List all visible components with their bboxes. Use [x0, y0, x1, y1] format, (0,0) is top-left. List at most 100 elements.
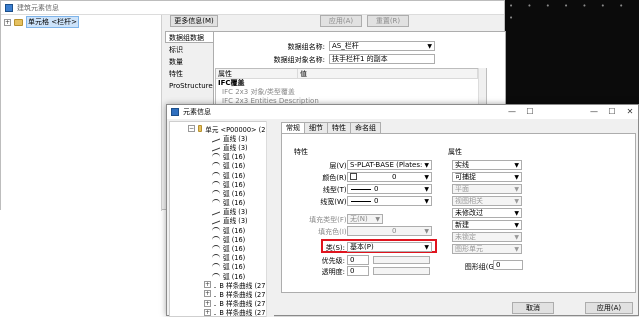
group-name-combo[interactable]: AS_栏杆 ▼ — [329, 41, 435, 51]
attribute-combo[interactable]: 未锁定▼ — [452, 232, 522, 242]
minimize-icon[interactable]: — — [503, 105, 521, 119]
col-property: 属性 — [216, 69, 298, 78]
object-name-field[interactable]: 扶手栏杆1 的副本 — [329, 54, 435, 64]
dark-background-panel: • • • • • • • • — [505, 0, 639, 104]
attribute-value: 平面 — [455, 185, 469, 193]
tree-item[interactable]: 弧 (16) — [174, 188, 268, 197]
expand-icon[interactable]: + — [4, 19, 11, 26]
graphic-group-field[interactable]: 0 — [493, 260, 523, 270]
tab-detail[interactable]: 细节 — [304, 122, 328, 133]
maximize-icon[interactable]: ☐ — [603, 105, 621, 119]
tree-item[interactable]: 弧 (16) — [174, 152, 268, 161]
line-preview — [351, 189, 371, 190]
weight-value: 0 — [374, 197, 378, 205]
tree-item[interactable]: 弧 (16) — [174, 253, 268, 262]
expand-icon[interactable]: + — [204, 300, 211, 307]
front-window-title: 元素信息 — [183, 107, 211, 117]
attribute-combo[interactable]: 视图相关▼ — [452, 196, 522, 206]
cancel-button[interactable]: 取消 — [512, 302, 554, 314]
minimize-icon[interactable]: — — [585, 105, 603, 119]
color-combo[interactable]: 0 ▼ — [347, 172, 432, 182]
tab-properties[interactable]: 特性 — [327, 122, 351, 133]
line-icon — [212, 143, 220, 152]
chevron-down-icon: ▼ — [375, 216, 380, 224]
attribute-combo[interactable]: 可捕捉▼ — [452, 172, 522, 182]
priority-field[interactable]: 0 — [347, 255, 369, 265]
tab-datagroup[interactable]: 数据组数据 — [165, 31, 213, 43]
app-icon — [171, 108, 179, 116]
tree-item[interactable]: 弧 (16) — [174, 161, 268, 170]
tree-item[interactable]: 弧 (16) — [174, 225, 268, 234]
arc-icon — [212, 172, 220, 178]
tree-item[interactable]: 弧 (16) — [174, 198, 268, 207]
expand-icon[interactable]: + — [204, 281, 211, 288]
tab-identity[interactable]: 标识 — [165, 43, 213, 55]
fill-color-combo[interactable]: 0 ▼ — [347, 226, 432, 236]
collapse-icon[interactable]: − — [188, 125, 195, 132]
arc-icon — [212, 273, 220, 279]
attribute-combo[interactable]: 图形单元▼ — [452, 244, 522, 254]
tree-item[interactable]: 直线 (3) — [174, 207, 268, 216]
tree-item[interactable]: 直线 (3) — [174, 142, 268, 151]
apply-button[interactable]: 应用(A) — [585, 302, 633, 314]
tree-item[interactable]: 直线 (3) — [174, 216, 268, 225]
bspline-icon — [214, 300, 216, 306]
line-icon — [212, 207, 220, 216]
level-combo[interactable]: S-PLAT-BASE (Plates: Base ▼ — [347, 160, 432, 170]
attribute-combo[interactable]: 实线▼ — [452, 160, 522, 170]
object-name-label: 数据组对象名称: — [237, 55, 325, 65]
attribute-combo[interactable]: 新建▼ — [452, 220, 522, 230]
arc-icon — [212, 245, 220, 251]
table-row[interactable]: IFC 2x3 对象/类型覆盖 — [216, 88, 486, 97]
tree-item[interactable]: 直线 (3) — [174, 133, 268, 142]
element-info-window: 元素信息 — ☐ — ☐ ✕ − 单元 <P00000> (2) 直线 (3)直… — [166, 104, 639, 316]
transparency-field[interactable]: 0 — [347, 266, 369, 276]
attribute-combo[interactable]: 未修改过▼ — [452, 208, 522, 218]
tree-root-label[interactable]: 单元格 <栏杆> — [26, 16, 79, 28]
reset-button[interactable]: 重置(R) — [367, 15, 409, 27]
tree-item[interactable]: 弧 (16) — [174, 234, 268, 243]
priority-slider[interactable] — [373, 256, 430, 264]
tree-item[interactable]: 弧 (16) — [174, 243, 268, 252]
group-name-label: 数据组名称: — [249, 42, 325, 52]
element-tree: − 单元 <P00000> (2) 直线 (3)直线 (3)弧 (16)弧 (1… — [169, 121, 269, 317]
tree-scrollbar[interactable] — [266, 121, 274, 317]
folder-icon — [14, 19, 23, 26]
close-icon[interactable]: ✕ — [621, 105, 639, 119]
chevron-down-icon: ▼ — [514, 186, 519, 194]
tree-root-node[interactable]: + 单元格 <栏杆> — [4, 17, 158, 27]
tab-prostructures[interactable]: ProStructures — [165, 79, 213, 91]
tab-properties[interactable]: 特性 — [165, 67, 213, 79]
tree-item[interactable]: 弧 (16) — [174, 262, 268, 271]
tree-item[interactable]: 弧 (16) — [174, 170, 268, 179]
chevron-down-icon: ▼ — [514, 210, 519, 218]
expand-icon[interactable]: + — [204, 309, 211, 316]
weight-combo[interactable]: 0 ▼ — [347, 196, 432, 206]
tree-root-node[interactable]: − 单元 <P00000> (2) — [174, 124, 268, 133]
bspline-icon — [214, 291, 216, 297]
line-preview — [351, 201, 371, 202]
tree-item[interactable]: 弧 (16) — [174, 179, 268, 188]
apply-button[interactable]: 应用(A) — [320, 15, 362, 27]
transparency-slider[interactable] — [373, 267, 430, 275]
attribute-value: 新建 — [455, 221, 469, 229]
chevron-down-icon: ▼ — [424, 228, 429, 236]
fill-type-label: 填充类型(F): — [297, 215, 349, 225]
expand-icon[interactable]: + — [204, 290, 211, 297]
more-info-button[interactable]: 更多信息(M) — [170, 15, 218, 27]
fill-type-combo[interactable]: 无(N) ▼ — [347, 214, 383, 224]
chevron-down-icon: ▼ — [514, 246, 519, 254]
class-combo[interactable]: 基本(P) ▼ — [347, 242, 432, 252]
tab-quantity[interactable]: 数量 — [165, 55, 213, 67]
arc-icon — [212, 263, 220, 269]
maximize-icon[interactable]: ☐ — [521, 105, 539, 119]
group-name-value: AS_栏杆 — [332, 42, 359, 50]
table-row[interactable]: IFC覆盖 — [216, 79, 486, 88]
col-value: 值 — [298, 69, 478, 78]
linestyle-combo[interactable]: 0 ▼ — [347, 184, 432, 194]
tab-named-groups[interactable]: 命名组 — [350, 122, 381, 133]
attribute-combo[interactable]: 平面 ▼ — [452, 184, 522, 194]
chevron-down-icon: ▼ — [427, 43, 432, 51]
priority-label: 优先级: — [309, 256, 345, 266]
property-table-header: 属性 值 — [216, 69, 486, 79]
